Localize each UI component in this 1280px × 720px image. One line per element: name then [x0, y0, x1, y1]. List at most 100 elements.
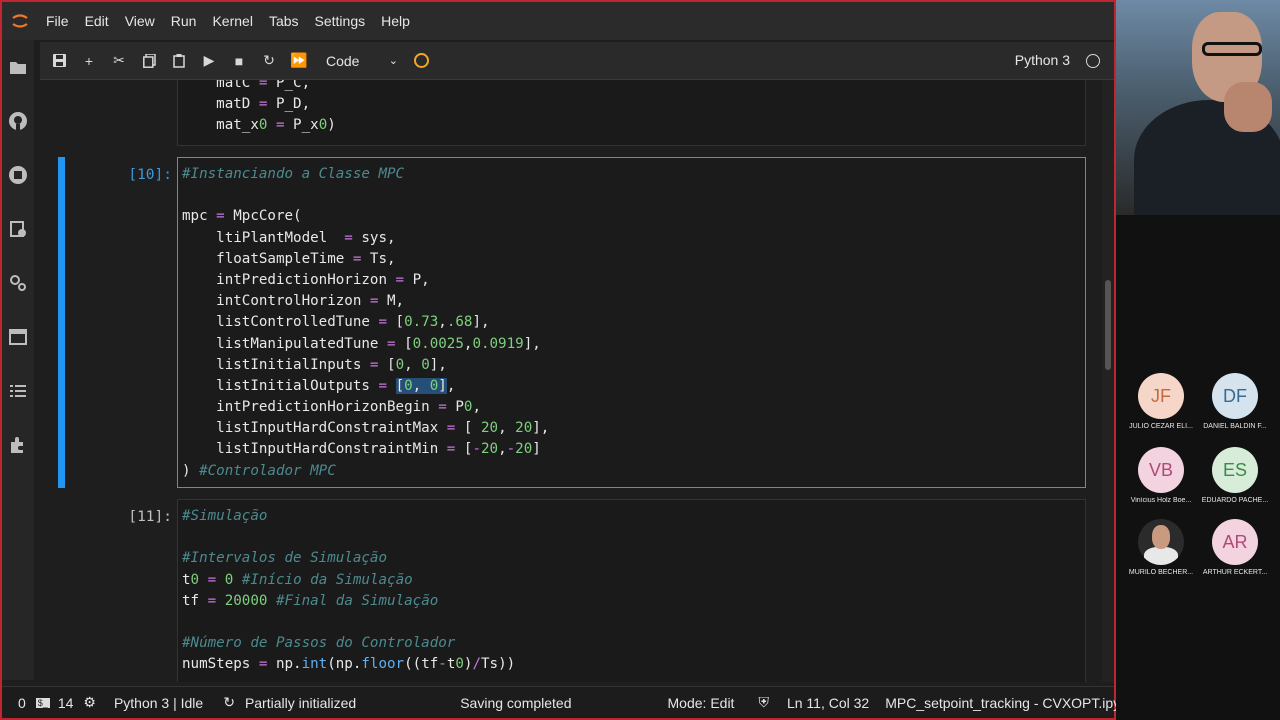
glasses: [1202, 42, 1262, 56]
run-icon[interactable]: ▶: [194, 42, 224, 80]
left-sidebar: [2, 40, 34, 680]
running-icon[interactable]: [2, 148, 34, 202]
code-line[interactable]: matD = P_D,: [182, 94, 1081, 115]
jupyterlab-window: File Edit View Run Kernel Tabs Settings …: [0, 0, 1136, 720]
kernel-status-icon: [1086, 54, 1100, 68]
code-line[interactable]: #Intervalos de Simulação: [182, 548, 1081, 569]
cell-collapser[interactable]: [58, 157, 65, 488]
cell-editor[interactable]: #Instanciando a Classe MPC mpc = MpcCore…: [177, 157, 1086, 488]
participant-tile[interactable]: MURILO BECHER...: [1124, 519, 1198, 576]
chevron-down-icon: ⌄: [388, 54, 398, 67]
code-line[interactable]: matC = P_C,: [182, 80, 1081, 94]
kernel-name[interactable]: Python 3: [1015, 52, 1070, 68]
code-line[interactable]: intPredictionHorizonBegin = P0,: [182, 397, 1081, 418]
puzzle-icon[interactable]: [2, 418, 34, 472]
restart-icon[interactable]: ↻: [254, 42, 284, 80]
edit-mode[interactable]: Mode: Edit: [668, 695, 735, 711]
participant-name: MURILO BECHER...: [1128, 569, 1194, 576]
code-line[interactable]: numSteps = np.int(np.floor((tf-t0)/Ts)): [182, 654, 1081, 675]
menu-help[interactable]: Help: [373, 2, 418, 40]
code-line[interactable]: [182, 185, 1081, 206]
avatar: JF: [1138, 373, 1184, 419]
commands-icon[interactable]: [2, 202, 34, 256]
code-line[interactable]: #Simulação: [182, 506, 1081, 527]
presenter-video: [1116, 0, 1280, 215]
cell-editor[interactable]: matC = P_C, matD = P_D, mat_x0 = P_x0): [177, 80, 1086, 146]
participant-name: JÚLIO CEZAR ELI...: [1129, 423, 1193, 430]
code-line[interactable]: tf = 20000 #Final da Simulação: [182, 591, 1081, 612]
stop-icon[interactable]: ■: [224, 42, 254, 80]
notebook-toolbar: + ✂ ▶ ■ ↻ ⏩ Code ⌄ Python 3: [40, 42, 1114, 80]
scrollbar-thumb[interactable]: [1105, 280, 1111, 370]
init-status: Partially initialized: [244, 694, 357, 711]
participant-name: EDUARDO PACHE...: [1201, 497, 1269, 504]
extension-settings-icon[interactable]: [2, 256, 34, 310]
fast-forward-icon[interactable]: ⏩: [284, 42, 314, 80]
code-line[interactable]: t0 = 0 #Início da Simulação: [182, 570, 1081, 591]
participant-name: DANIEL BALDIN F...: [1203, 423, 1267, 430]
code-line[interactable]: [182, 612, 1081, 633]
vertical-scrollbar[interactable]: [1102, 80, 1114, 682]
notebook-panel: + ✂ ▶ ■ ↻ ⏩ Code ⌄ Python 3 matC = P_C, …: [40, 42, 1114, 682]
code-line[interactable]: mpc = MpcCore(: [182, 206, 1081, 227]
participant-name: Vinícius Holz Boe...: [1130, 497, 1192, 504]
participant-name: ARTHUR ECKERT...: [1202, 569, 1268, 576]
terminal-icon: $_: [35, 697, 50, 708]
code-line[interactable]: ) #Controlador MPC: [182, 461, 1081, 482]
save-icon[interactable]: [44, 42, 74, 80]
code-line[interactable]: listInitialInputs = [0, 0],: [182, 355, 1081, 376]
menubar: File Edit View Run Kernel Tabs Settings …: [2, 2, 1114, 40]
code-line[interactable]: [182, 527, 1081, 548]
toc-icon[interactable]: [2, 364, 34, 418]
tabs-icon[interactable]: [2, 310, 34, 364]
cell-prompt: [10]:: [128, 167, 172, 183]
status-count-a[interactable]: 0: [18, 695, 26, 711]
jupyter-logo-icon: [2, 3, 38, 39]
code-line[interactable]: #Número de Passos do Controlador: [182, 633, 1081, 654]
folder-icon[interactable]: [2, 40, 34, 94]
menu-settings[interactable]: Settings: [307, 2, 374, 40]
cursor-position[interactable]: Ln 11, Col 32: [787, 695, 869, 711]
participant-tile[interactable]: AR ARTHUR ECKERT...: [1198, 519, 1272, 576]
menu-tabs[interactable]: Tabs: [261, 2, 307, 40]
copy-icon[interactable]: [134, 42, 164, 80]
code-line[interactable]: floatSampleTime = Ts,: [182, 249, 1081, 270]
add-cell-icon[interactable]: +: [74, 42, 104, 80]
code-line[interactable]: listManipulatedTune = [0.0025,0.0919],: [182, 334, 1081, 355]
avatar: ES: [1212, 447, 1258, 493]
avatar: DF: [1212, 373, 1258, 419]
github-icon[interactable]: [2, 94, 34, 148]
avatar: VB: [1138, 447, 1184, 493]
code-line[interactable]: mat_x0 = P_x0): [182, 115, 1081, 136]
menu-kernel[interactable]: Kernel: [204, 2, 260, 40]
code-line[interactable]: #Instanciando a Classe MPC: [182, 164, 1081, 185]
code-line[interactable]: listInputHardConstraintMin = [-20,-20]: [182, 439, 1081, 460]
cell-type-value: Code: [326, 52, 360, 69]
participant-tile[interactable]: DF DANIEL BALDIN F...: [1198, 373, 1272, 430]
cell-editor[interactable]: #Simulação #Intervalos de Simulação t0 = …: [177, 499, 1086, 682]
cut-icon[interactable]: ✂: [104, 42, 134, 80]
cells-area: matC = P_C, matD = P_D, mat_x0 = P_x0) […: [40, 80, 1102, 682]
cell-type-select[interactable]: Code ⌄: [326, 53, 398, 69]
code-line[interactable]: intPredictionHorizon = P,: [182, 270, 1081, 291]
menu-edit[interactable]: Edit: [77, 2, 117, 40]
kernel-busy-icon: [414, 53, 429, 68]
menu-view[interactable]: View: [117, 2, 163, 40]
status-count-b[interactable]: 14: [58, 695, 74, 711]
code-line[interactable]: listInputHardConstraintMax = [ 20, 20],: [182, 418, 1081, 439]
code-line[interactable]: listControlledTune = [0.73,.68],: [182, 312, 1081, 333]
code-line[interactable]: ltiPlantModel = sys,: [182, 228, 1081, 249]
menu-file[interactable]: File: [38, 2, 77, 40]
presenter-hand: [1224, 82, 1272, 132]
refresh-icon: ↻: [223, 694, 235, 710]
paste-icon[interactable]: [164, 42, 194, 80]
participant-tile[interactable]: ES EDUARDO PACHE...: [1198, 447, 1272, 504]
menu-run[interactable]: Run: [163, 2, 205, 40]
save-status: Saving completed: [460, 694, 572, 711]
code-line[interactable]: intControlHorizon = M,: [182, 291, 1081, 312]
participant-tile[interactable]: VB Vinícius Holz Boe...: [1124, 447, 1198, 504]
kernel-status[interactable]: Python 3 | Idle: [114, 695, 203, 711]
cell-prompt: [11]:: [128, 509, 172, 525]
code-line[interactable]: listInitialOutputs = [0, 0],: [182, 376, 1081, 397]
participant-tile[interactable]: JF JÚLIO CEZAR ELI...: [1124, 373, 1198, 430]
